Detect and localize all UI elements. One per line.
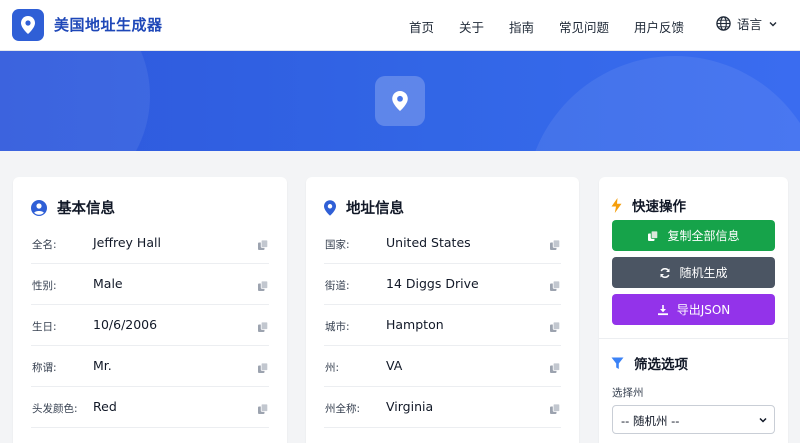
row-value[interactable]: VA xyxy=(386,358,402,373)
nav-faq[interactable]: 常见问题 xyxy=(559,17,609,36)
nav-feedback[interactable]: 用户反馈 xyxy=(634,17,684,36)
row-label: 城市: xyxy=(325,321,350,333)
random-generate-label: 随机生成 xyxy=(679,266,728,280)
info-row-street: 街道: 14 Diggs Drive xyxy=(324,264,561,305)
info-row-city: 城市: Hampton xyxy=(324,305,561,346)
export-json-label: 导出JSON xyxy=(676,303,731,317)
state-select-label: 选择州 xyxy=(612,387,644,399)
map-pin-icon xyxy=(392,91,408,111)
language-selector[interactable]: 语言 xyxy=(716,14,778,33)
row-value[interactable]: United States xyxy=(386,235,471,250)
row-label: 生日: xyxy=(32,321,57,333)
info-row-state-full: 州全称: Virginia xyxy=(324,387,561,428)
row-label: 性别: xyxy=(32,280,57,292)
row-label: 头发颜色: xyxy=(32,403,78,415)
hero-icon-box xyxy=(375,76,425,126)
filter-title: 筛选选项 xyxy=(634,357,688,373)
copy-icon[interactable] xyxy=(549,318,561,337)
copy-icon[interactable] xyxy=(549,236,561,255)
copy-all-button[interactable]: 复制全部信息 xyxy=(612,220,775,251)
export-json-button[interactable]: 导出JSON xyxy=(612,294,775,325)
info-row-gender: 性别: Male xyxy=(31,264,269,305)
state-select-value: -- 随机州 -- xyxy=(621,414,680,428)
copy-icon[interactable] xyxy=(257,236,269,255)
globe-icon xyxy=(716,16,731,31)
basic-info-header: 基本信息 xyxy=(31,197,115,218)
row-value[interactable]: Red xyxy=(93,399,117,414)
copy-icon[interactable] xyxy=(257,277,269,296)
refresh-icon xyxy=(660,267,671,278)
row-label: 州: xyxy=(325,362,340,374)
row-label: 国家: xyxy=(325,239,350,251)
copy-icon[interactable] xyxy=(257,318,269,337)
logo[interactable] xyxy=(12,9,44,41)
info-row-state: 州: VA xyxy=(324,346,561,387)
site-title[interactable]: 美国地址生成器 xyxy=(54,14,163,35)
hero-banner xyxy=(0,51,800,151)
info-row-country: 国家: United States xyxy=(324,223,561,264)
lightning-icon xyxy=(611,197,622,213)
nav-about[interactable]: 关于 xyxy=(459,17,484,36)
copy-icon[interactable] xyxy=(549,359,561,378)
top-navbar: 美国地址生成器 首页 关于 指南 常见问题 用户反馈 语言 xyxy=(0,0,800,51)
copy-all-label: 复制全部信息 xyxy=(667,229,740,243)
row-value[interactable]: Hampton xyxy=(386,317,444,332)
address-info-header: 地址信息 xyxy=(324,197,404,218)
info-row-fullname: 全名: Jeffrey Hall xyxy=(31,223,269,264)
quick-actions-card: 快速操作 复制全部信息 随机生成 导出JSON 筛选选项 选择州 -- 随机州 … xyxy=(599,177,788,443)
filter-icon xyxy=(611,357,624,369)
info-row-title: 称谓: Mr. xyxy=(31,346,269,387)
state-select[interactable]: -- 随机州 -- xyxy=(612,405,775,434)
row-value[interactable]: 10/6/2006 xyxy=(93,317,157,332)
quick-actions-header: 快速操作 xyxy=(611,195,686,215)
info-row-hair-color: 头发颜色: Red xyxy=(31,387,269,428)
nav-guide[interactable]: 指南 xyxy=(509,17,534,36)
row-value[interactable]: Mr. xyxy=(93,358,112,373)
random-generate-button[interactable]: 随机生成 xyxy=(612,257,775,288)
copy-icon[interactable] xyxy=(549,400,561,419)
address-info-card: 地址信息 国家: United States 街道: 14 Diggs Driv… xyxy=(306,177,579,443)
nav-home[interactable]: 首页 xyxy=(409,17,434,36)
copy-icon[interactable] xyxy=(257,359,269,378)
row-label: 称谓: xyxy=(32,362,57,374)
filter-header: 筛选选项 xyxy=(611,353,688,373)
language-label: 语言 xyxy=(737,17,763,32)
row-label: 街道: xyxy=(325,280,350,292)
map-marker-icon xyxy=(324,199,336,216)
address-info-title: 地址信息 xyxy=(346,201,404,217)
decorative-circle xyxy=(525,56,800,151)
chevron-down-icon xyxy=(759,417,767,423)
quick-actions-title: 快速操作 xyxy=(632,199,686,215)
row-value[interactable]: 14 Diggs Drive xyxy=(386,276,479,291)
row-value[interactable]: Jeffrey Hall xyxy=(93,235,161,250)
row-value[interactable]: Male xyxy=(93,276,123,291)
copy-icon xyxy=(648,230,659,241)
chevron-down-icon xyxy=(769,21,777,26)
user-circle-icon xyxy=(31,199,47,216)
info-row-birthday: 生日: 10/6/2006 xyxy=(31,305,269,346)
copy-icon[interactable] xyxy=(549,277,561,296)
basic-info-title: 基本信息 xyxy=(57,201,115,217)
copy-icon[interactable] xyxy=(257,400,269,419)
download-icon xyxy=(657,304,668,315)
row-label: 全名: xyxy=(32,239,57,251)
row-label: 州全称: xyxy=(325,403,361,415)
section-divider xyxy=(599,338,788,339)
decorative-circle xyxy=(0,51,150,151)
map-pin-icon xyxy=(21,16,35,34)
row-value[interactable]: Virginia xyxy=(386,399,433,414)
basic-info-card: 基本信息 全名: Jeffrey Hall 性别: Male 生日: 10/6/… xyxy=(13,177,287,443)
